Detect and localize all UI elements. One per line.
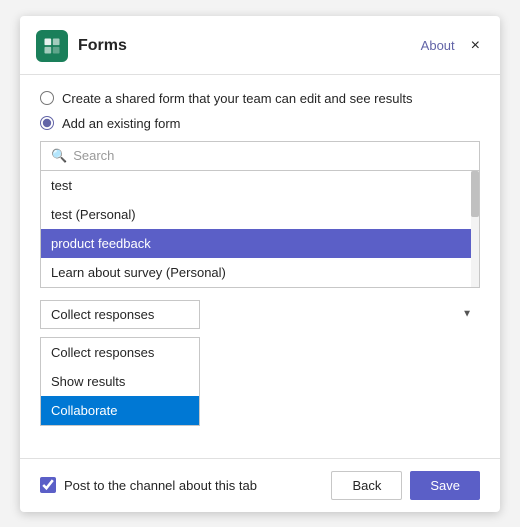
form-item-learn-survey[interactable]: Learn about survey (Personal) bbox=[41, 258, 479, 287]
post-label: Post to the channel about this tab bbox=[64, 478, 257, 493]
post-checkbox-area: Post to the channel about this tab bbox=[40, 477, 331, 493]
existing-form-option[interactable]: Add an existing form bbox=[40, 116, 480, 131]
footer-buttons: Back Save bbox=[331, 471, 480, 500]
shared-form-label: Create a shared form that your team can … bbox=[62, 91, 412, 106]
search-box: 🔍 bbox=[40, 141, 480, 170]
action-item-collaborate[interactable]: Collaborate bbox=[41, 396, 199, 425]
existing-form-radio[interactable] bbox=[40, 116, 54, 130]
dialog-title: Forms bbox=[78, 37, 421, 55]
dialog-body: Create a shared form that your team can … bbox=[20, 75, 500, 442]
search-input[interactable] bbox=[73, 148, 469, 163]
shared-form-option[interactable]: Create a shared form that your team can … bbox=[40, 91, 480, 106]
forms-dialog: Forms About × Create a shared form that … bbox=[20, 16, 500, 512]
form-item-test[interactable]: test bbox=[41, 171, 479, 200]
form-item-product-feedback[interactable]: product feedback bbox=[41, 229, 479, 258]
post-checkbox[interactable] bbox=[40, 477, 56, 493]
dialog-header: Forms About × bbox=[20, 16, 500, 75]
shared-form-radio[interactable] bbox=[40, 91, 54, 105]
form-list: test test (Personal) product feedback Le… bbox=[40, 170, 480, 288]
save-button[interactable]: Save bbox=[410, 471, 480, 500]
form-list-wrapper: test test (Personal) product feedback Le… bbox=[41, 171, 479, 287]
action-item-show[interactable]: Show results bbox=[41, 367, 199, 396]
form-item-test-personal[interactable]: test (Personal) bbox=[41, 200, 479, 229]
dropdown-arrow-icon: ▼ bbox=[462, 309, 472, 320]
action-item-collect[interactable]: Collect responses bbox=[41, 338, 199, 367]
dialog-footer: Post to the channel about this tab Back … bbox=[20, 458, 500, 512]
dropdown-container: Collect responses Show results Collabora… bbox=[40, 300, 480, 329]
scrollbar-track bbox=[471, 171, 479, 287]
action-dropdown[interactable]: Collect responses Show results Collabora… bbox=[40, 300, 200, 329]
about-link[interactable]: About bbox=[421, 38, 455, 53]
header-actions: About × bbox=[421, 36, 484, 56]
back-button[interactable]: Back bbox=[331, 471, 402, 500]
scrollbar-thumb[interactable] bbox=[471, 171, 479, 217]
search-icon: 🔍 bbox=[51, 148, 67, 164]
close-button[interactable]: × bbox=[467, 36, 484, 56]
app-icon bbox=[36, 30, 68, 62]
form-list-inner[interactable]: test test (Personal) product feedback Le… bbox=[41, 171, 479, 287]
existing-form-label: Add an existing form bbox=[62, 116, 181, 131]
action-list: Collect responses Show results Collabora… bbox=[40, 337, 200, 426]
action-section: Collect responses Show results Collabora… bbox=[40, 300, 480, 426]
